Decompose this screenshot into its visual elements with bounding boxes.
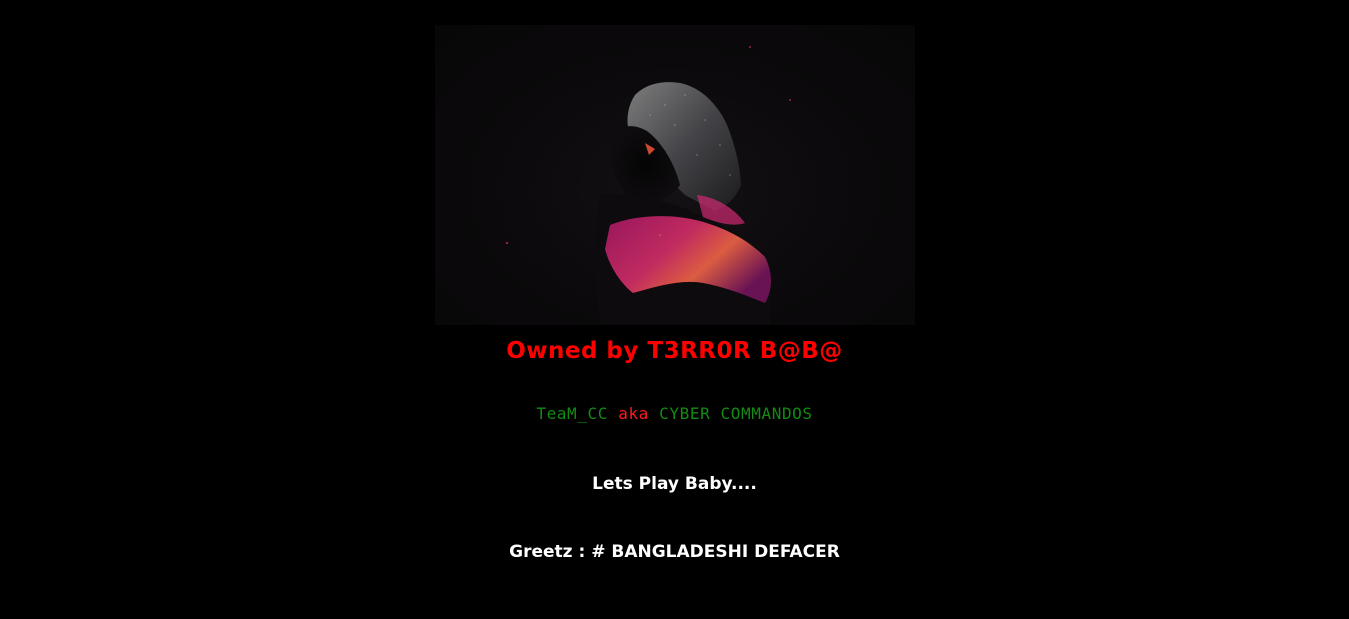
team-name: TeaM_CC: [536, 404, 608, 423]
hooded-figure-icon: [505, 46, 791, 325]
tagline-text: Lets Play Baby....: [592, 474, 757, 494]
team-alias: CYBER COMMANDOS: [659, 404, 813, 423]
tagline: Lets Play Baby....: [0, 474, 1349, 494]
team-connector: aka: [618, 404, 649, 423]
page-title: Owned by T3RR0R B@B@: [0, 338, 1349, 364]
greetz-text: Greetz : # BANGLADESHI DEFACER: [509, 542, 840, 562]
title-text: Owned by T3RR0R B@B@: [506, 338, 843, 364]
team-line: TeaM_CC aka CYBER COMMANDOS: [0, 404, 1349, 423]
hooded-figure-image: [435, 25, 915, 325]
greetz-line: Greetz : # BANGLADESHI DEFACER: [0, 542, 1349, 562]
